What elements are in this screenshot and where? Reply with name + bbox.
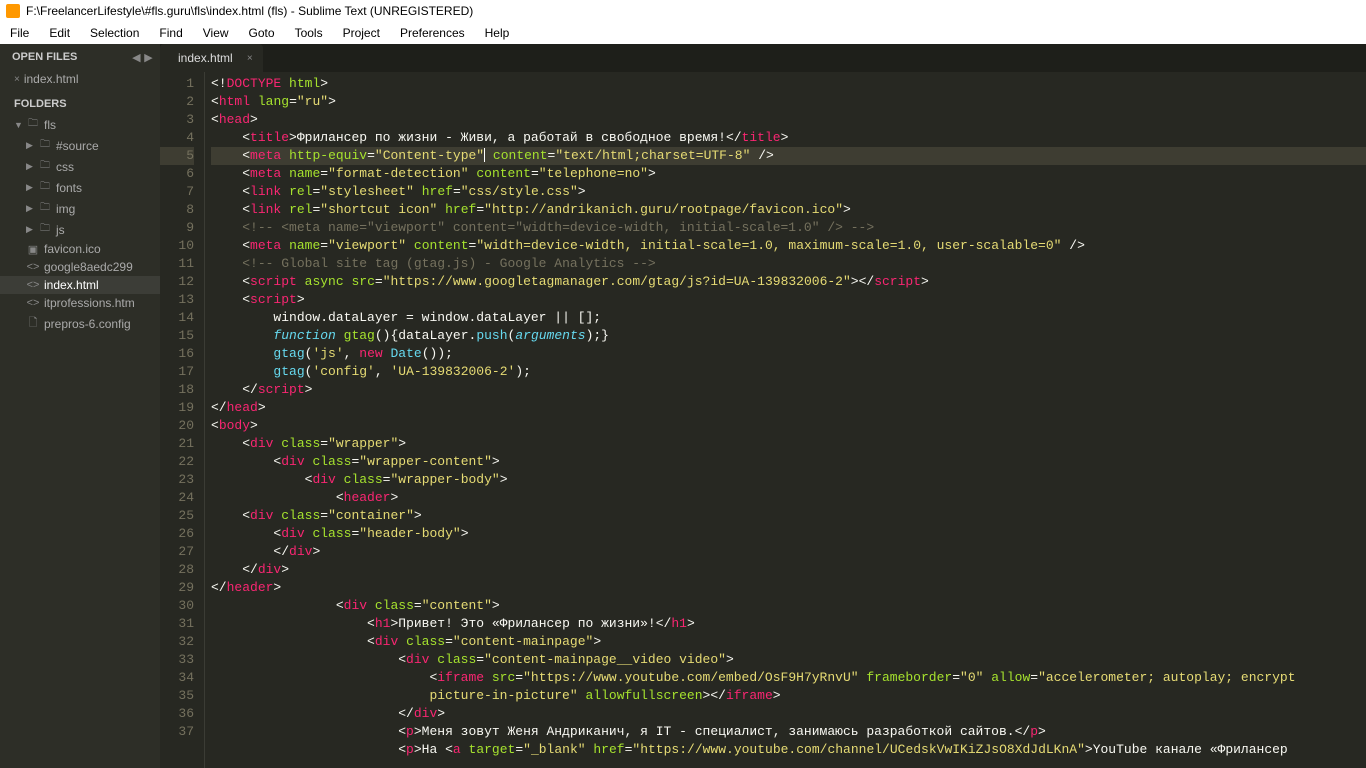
- menu-edit[interactable]: Edit: [39, 26, 80, 40]
- menubar: File Edit Selection Find View Goto Tools…: [0, 22, 1366, 44]
- file-item-active[interactable]: <>index.html: [0, 276, 160, 294]
- code-content[interactable]: <!DOCTYPE html><html lang="ru"><head> <t…: [205, 72, 1366, 768]
- chevron-right-icon: ▶: [26, 182, 36, 193]
- menu-project[interactable]: Project: [333, 26, 390, 40]
- tab-nav-arrows[interactable]: ◂ ▸: [133, 48, 152, 66]
- menu-selection[interactable]: Selection: [80, 26, 149, 40]
- file-item[interactable]: ▣favicon.ico: [0, 240, 160, 258]
- window-title: F:\FreelancerLifestyle\#fls.guru\fls\ind…: [26, 4, 473, 18]
- folder-icon: 🗀: [38, 137, 52, 154]
- close-icon[interactable]: ×: [14, 74, 20, 85]
- tab-label: index.html: [178, 51, 233, 65]
- folder-icon: 🗀: [38, 179, 52, 196]
- folders-label: FOLDERS: [0, 92, 160, 112]
- editor[interactable]: 1234567891011121314151617181920212223242…: [160, 72, 1366, 768]
- file-item[interactable]: <>itprofessions.htm: [0, 294, 160, 312]
- chevron-right-icon: ▶: [26, 203, 36, 214]
- folder-icon: 🗀: [26, 116, 40, 133]
- file-icon: <>: [26, 279, 40, 291]
- chevron-right-icon: ▶: [26, 140, 36, 151]
- folder-item[interactable]: ▶🗀img: [0, 198, 160, 219]
- file-icon: <>: [26, 297, 40, 309]
- line-gutter: 1234567891011121314151617181920212223242…: [160, 72, 205, 768]
- folder-icon: 🗀: [38, 158, 52, 175]
- menu-tools[interactable]: Tools: [285, 26, 333, 40]
- open-files-label: OPEN FILES: [12, 51, 77, 63]
- menu-goto[interactable]: Goto: [239, 26, 285, 40]
- chevron-down-icon: ▼: [14, 120, 24, 130]
- menu-find[interactable]: Find: [149, 26, 192, 40]
- open-file-name: index.html: [24, 72, 79, 86]
- menu-help[interactable]: Help: [475, 26, 520, 40]
- tab-active[interactable]: index.html ×: [160, 44, 263, 72]
- menu-file[interactable]: File: [0, 26, 39, 40]
- folder-root[interactable]: ▼ 🗀 fls: [0, 114, 160, 135]
- chevron-right-icon: ▶: [26, 224, 36, 235]
- folder-item[interactable]: ▶🗀#source: [0, 135, 160, 156]
- menu-preferences[interactable]: Preferences: [390, 26, 475, 40]
- file-icon: <>: [26, 261, 40, 273]
- folder-item[interactable]: ▶🗀css: [0, 156, 160, 177]
- file-item[interactable]: 🗋prepros-6.config: [0, 312, 160, 335]
- app-icon: [6, 4, 20, 18]
- file-item[interactable]: <>google8aedc299: [0, 258, 160, 276]
- file-icon: ▣: [26, 243, 40, 256]
- window-titlebar: F:\FreelancerLifestyle\#fls.guru\fls\ind…: [0, 0, 1366, 22]
- folder-item[interactable]: ▶🗀fonts: [0, 177, 160, 198]
- folder-icon: 🗀: [38, 221, 52, 238]
- tab-close-icon[interactable]: ×: [247, 53, 253, 64]
- file-icon: 🗋: [26, 314, 40, 333]
- folder-item[interactable]: ▶🗀js: [0, 219, 160, 240]
- sidebar: OPEN FILES ◂ ▸ × index.html FOLDERS ▼ 🗀 …: [0, 44, 160, 768]
- chevron-right-icon: ▶: [26, 161, 36, 172]
- tab-bar: index.html ×: [160, 44, 1366, 72]
- folder-icon: 🗀: [38, 200, 52, 217]
- menu-view[interactable]: View: [193, 26, 239, 40]
- open-file-item[interactable]: × index.html: [0, 70, 160, 88]
